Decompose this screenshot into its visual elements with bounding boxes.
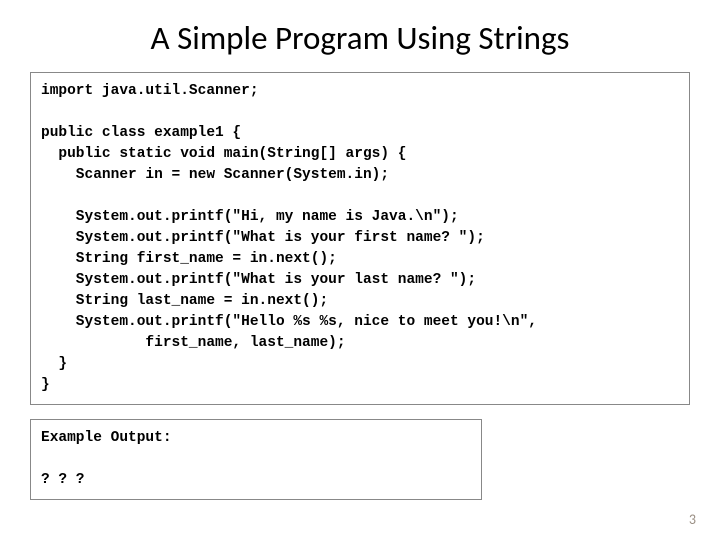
code-block: import java.util.Scanner; public class e… (30, 72, 690, 405)
output-value: ? ? ? (41, 472, 85, 488)
page-number: 3 (689, 511, 696, 528)
slide-title: A Simple Program Using Strings (30, 18, 690, 58)
output-label: Example Output: (41, 430, 172, 446)
slide: A Simple Program Using Strings import ja… (0, 0, 720, 540)
output-block: Example Output: ? ? ? (30, 419, 482, 500)
